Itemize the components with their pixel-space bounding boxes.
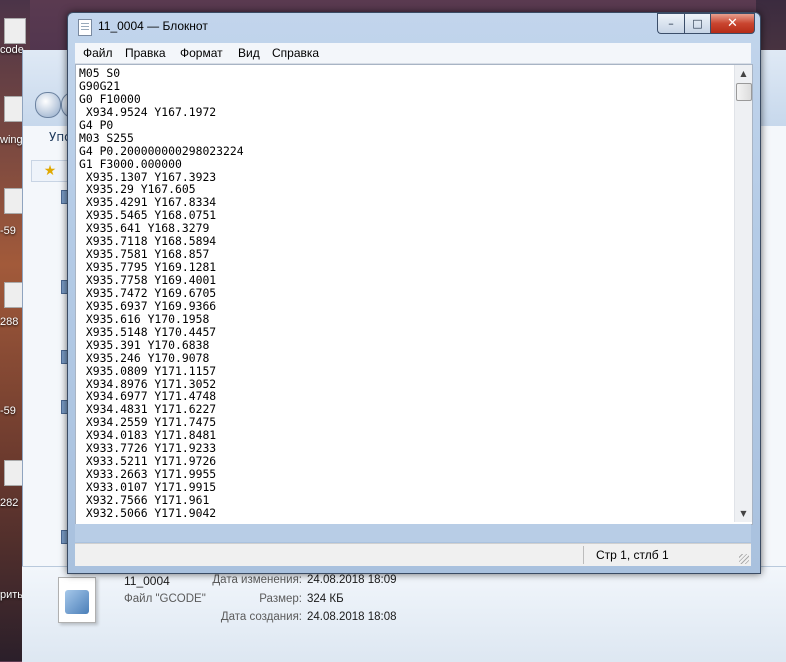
desktop-icon-label: -59 — [0, 225, 16, 237]
text-line[interactable]: X935.246 Y170.9078 — [79, 351, 729, 365]
desktop-icon-label: code — [0, 44, 24, 56]
cursor-position: Стр 1, стлб 1 — [596, 548, 669, 562]
status-divider — [583, 546, 584, 564]
notepad-app-icon[interactable] — [78, 19, 92, 36]
text-line[interactable]: X932.7566 Y171.961 — [79, 493, 729, 507]
menu-format[interactable]: Формат — [180, 46, 223, 60]
window-title: 11_0004 — Блокнот — [98, 19, 208, 33]
created-value: 24.08.2018 18:08 — [307, 611, 397, 623]
text-line[interactable]: X933.0107 Y171.9915 — [79, 481, 729, 494]
menu-bar: Файл Правка Формат Вид Справка — [75, 43, 751, 64]
text-line[interactable]: G0 F10000 — [79, 92, 729, 106]
file-thumbnail — [58, 577, 96, 623]
text-line[interactable]: M03 S255 — [79, 131, 729, 145]
desktop-icon-label: 288 — [0, 316, 19, 328]
notepad-file-icon — [65, 590, 89, 614]
text-line[interactable]: X932.5066 Y171.9042 — [79, 506, 729, 519]
text-editor[interactable]: M05 S0 G90G21 G0 F10000 X934.9524 Y167.197… — [75, 64, 753, 525]
window-controls: – □ ✕ — [657, 13, 755, 34]
text-line[interactable]: X935.5148 Y170.4457 — [79, 325, 729, 339]
menu-view[interactable]: Вид — [238, 46, 260, 60]
text-line[interactable]: X934.9524 Y167.1972 — [79, 105, 729, 119]
vertical-scrollbar[interactable]: ▲ ▼ — [734, 65, 752, 522]
maximize-button[interactable]: □ — [684, 13, 710, 34]
close-button[interactable]: ✕ — [710, 13, 755, 34]
text-line[interactable]: G90G21 — [79, 79, 729, 93]
text-line[interactable]: X935.391 Y170.6838 — [79, 338, 729, 352]
text-line[interactable]: G1 F3000.000000 — [79, 157, 729, 171]
menu-edit[interactable]: Правка — [125, 46, 166, 60]
desktop-icon-label: рить — [0, 589, 24, 601]
status-bar: Стр 1, стлб 1 — [75, 543, 751, 566]
text-line[interactable]: X935.0809 Y171.1157 — [79, 364, 729, 378]
text-line[interactable]: X935.7758 Y169.4001 — [79, 274, 729, 287]
minimize-button[interactable]: – — [657, 13, 684, 34]
editor-content[interactable]: M05 S0 G90G21 G0 F10000 X934.9524 Y167.197… — [79, 67, 729, 519]
created-label: Дата создания: — [220, 611, 302, 623]
favorites-star-icon[interactable]: ★ — [31, 160, 69, 182]
back-button[interactable] — [35, 92, 61, 118]
menu-file[interactable]: Файл — [83, 46, 113, 60]
size-value: 324 КБ — [307, 593, 344, 605]
desktop-icon-label: wing — [0, 134, 23, 146]
details-file-name: 11_0004 — [124, 574, 170, 588]
modified-value: 24.08.2018 18:09 — [307, 574, 397, 586]
text-line[interactable]: G4 P0.200000000298023224 — [79, 144, 729, 158]
resize-grip-icon[interactable] — [739, 554, 749, 564]
notepad-window: 11_0004 — Блокнот – □ ✕ Файл Правка Форм… — [67, 12, 761, 574]
text-line[interactable]: X935.616 Y170.1958 — [79, 312, 729, 326]
scroll-thumb[interactable] — [736, 83, 752, 101]
modified-label: Дата изменения: — [212, 574, 302, 586]
scroll-up-icon[interactable]: ▲ — [735, 65, 752, 82]
desktop-icon-label: -59 — [0, 405, 16, 417]
title-bar[interactable]: 11_0004 — Блокнот – □ ✕ — [68, 13, 760, 41]
scroll-down-icon[interactable]: ▼ — [735, 505, 752, 522]
text-line[interactable]: M05 S0 — [79, 67, 729, 80]
menu-help[interactable]: Справка — [272, 46, 319, 60]
desktop-icon-label: 282 — [0, 497, 19, 509]
text-line[interactable]: X935.7472 Y169.6705 — [79, 286, 729, 300]
details-pane: 11_0004 Файл "GCODE" Дата изменения: 24.… — [22, 566, 786, 662]
size-label: Размер: — [259, 593, 302, 605]
desktop-file-icon[interactable] — [4, 18, 26, 44]
text-line[interactable]: X935.6937 Y169.9366 — [79, 299, 729, 313]
window-frame-gap — [75, 524, 751, 542]
text-line[interactable]: G4 P0 — [79, 118, 729, 132]
